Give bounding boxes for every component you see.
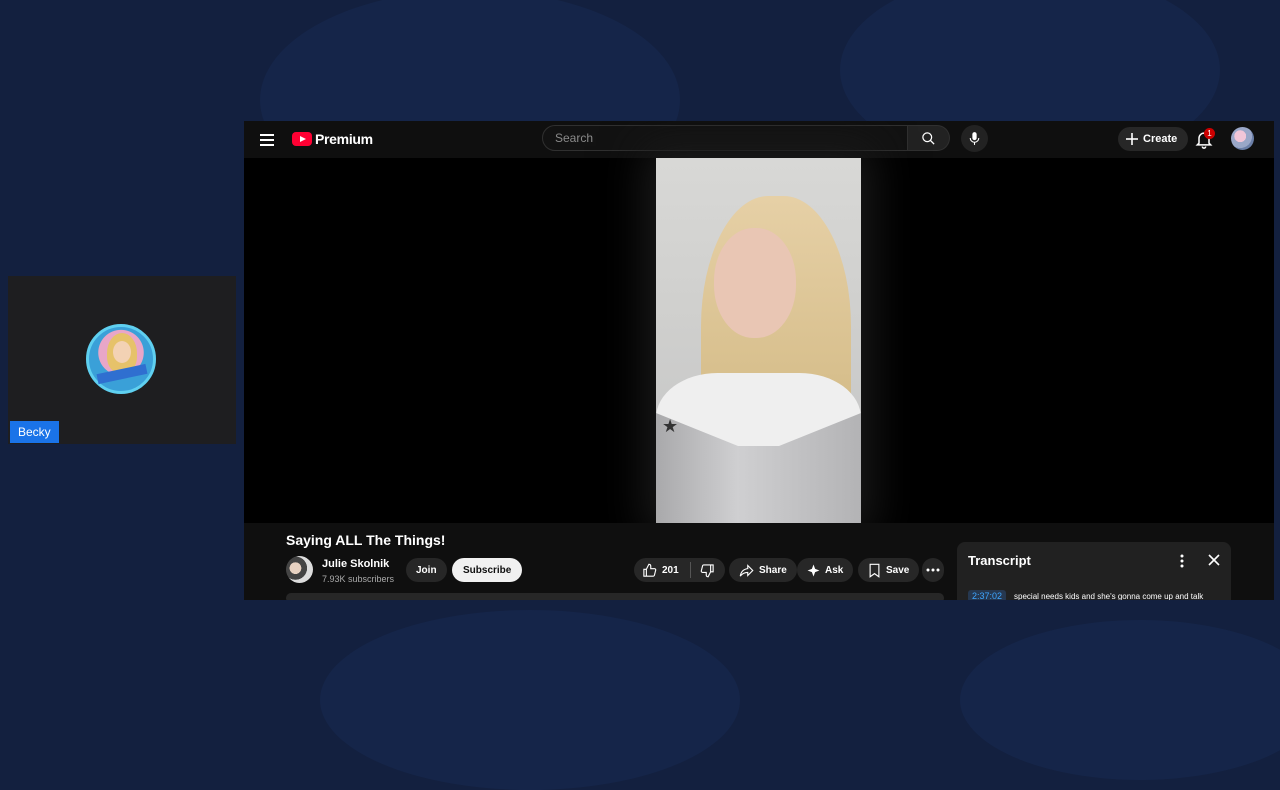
save-button[interactable]: Save <box>858 558 920 582</box>
account-avatar[interactable] <box>1231 127 1254 150</box>
more-horizontal-icon <box>926 568 940 572</box>
thumbs-up-icon <box>643 563 657 577</box>
notification-badge: 1 <box>1204 128 1215 139</box>
transcript-title: Transcript <box>968 553 1031 568</box>
background-shape <box>320 610 740 790</box>
youtube-topbar: Premium Create 1 <box>244 121 1274 158</box>
menu-icon[interactable] <box>260 131 274 147</box>
video-details: Saying ALL The Things! Julie Skolnik 7.9… <box>244 523 1274 600</box>
description-box[interactable] <box>286 593 944 600</box>
sparkle-icon <box>807 564 820 576</box>
close-icon[interactable] <box>1207 553 1221 567</box>
search-icon <box>922 131 935 145</box>
ask-label: Ask <box>825 564 844 576</box>
plus-icon <box>1126 133 1138 145</box>
video-frame: ★ <box>656 158 861 523</box>
bookmark-icon <box>869 563 880 578</box>
mic-icon <box>969 132 980 145</box>
search-button[interactable] <box>908 125 950 151</box>
thumbs-down-icon[interactable] <box>700 563 715 578</box>
more-vertical-icon[interactable] <box>1177 553 1187 569</box>
like-count: 201 <box>662 564 679 576</box>
video-title: Saying ALL The Things! <box>286 532 446 548</box>
logo-text: Premium <box>315 131 373 147</box>
transcript-entry[interactable]: 2:37:02 special needs kids and she's gon… <box>968 588 1228 600</box>
search-box[interactable] <box>542 125 908 151</box>
transcript-timestamp[interactable]: 2:37:02 <box>968 590 1007 600</box>
youtube-window: Premium Create 1 ★ Saying ALL The Things… <box>244 121 1274 600</box>
youtube-logo-icon <box>292 132 312 146</box>
voice-search-button[interactable] <box>961 125 988 152</box>
search-input[interactable] <box>553 130 897 146</box>
participant-name-tag: Becky <box>10 421 59 443</box>
like-button[interactable]: 201 <box>642 563 679 578</box>
transcript-panel: Transcript 2:37:02 special needs kids an… <box>957 542 1231 600</box>
like-dislike-group: 201 <box>634 558 725 582</box>
video-player[interactable]: ★ <box>244 158 1274 523</box>
youtube-logo[interactable]: Premium <box>292 131 373 147</box>
transcript-text: special needs kids and she's gonna come … <box>1014 591 1204 601</box>
share-icon <box>739 563 754 577</box>
share-button[interactable]: Share <box>729 558 797 582</box>
join-button[interactable]: Join <box>406 558 447 582</box>
create-button[interactable]: Create <box>1118 127 1189 151</box>
share-label: Share <box>759 564 787 576</box>
channel-name[interactable]: Julie Skolnik <box>322 558 389 570</box>
save-label: Save <box>886 564 910 576</box>
subscriber-count: 7.93K subscribers <box>322 574 395 584</box>
create-label: Create <box>1143 133 1178 145</box>
more-actions-button[interactable] <box>922 558 944 582</box>
subscribe-button[interactable]: Subscribe <box>452 558 523 582</box>
channel-avatar[interactable] <box>286 556 313 583</box>
background-shape <box>960 620 1280 780</box>
participant-avatar <box>86 324 156 394</box>
ask-button[interactable]: Ask <box>797 558 854 582</box>
